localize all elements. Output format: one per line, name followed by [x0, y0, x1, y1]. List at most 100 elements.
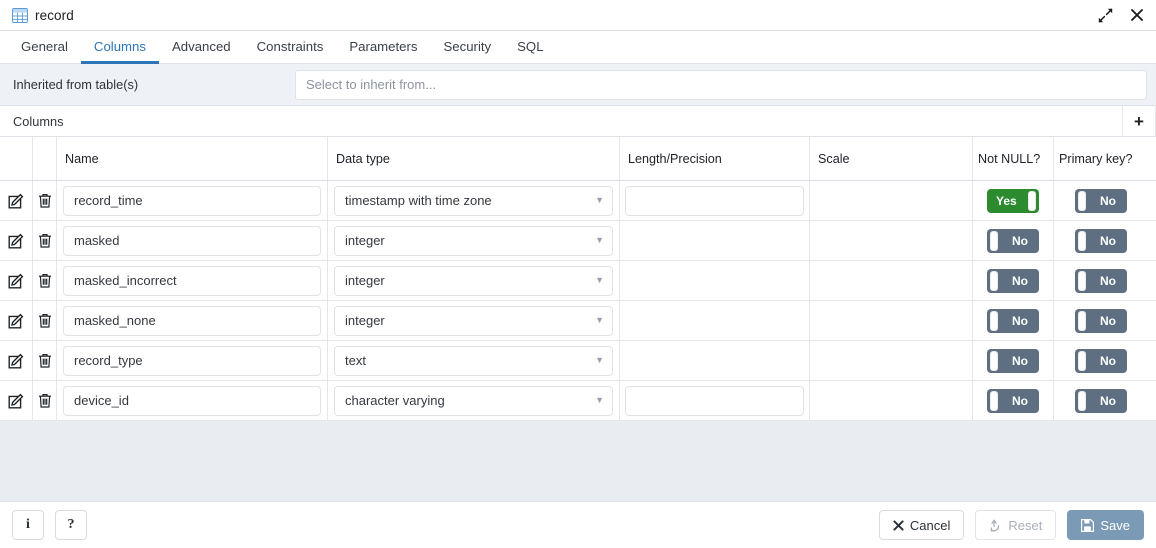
footer-right-actions: Cancel Reset Save: [878, 510, 1144, 540]
not-null-toggle[interactable]: No: [987, 348, 1039, 373]
column-name-input[interactable]: device_id: [63, 385, 321, 416]
trash-icon[interactable]: [33, 341, 57, 380]
trash-icon[interactable]: [33, 261, 57, 300]
not-null-toggle-label: No: [1012, 353, 1028, 368]
column-length-input[interactable]: [625, 385, 804, 416]
column-type-select[interactable]: integer ▼: [334, 305, 613, 336]
primary-key-toggle[interactable]: No: [1075, 348, 1127, 373]
primary-key-toggle-label: No: [1100, 353, 1116, 368]
column-name-cell: device_id: [57, 381, 328, 420]
tab-general[interactable]: General: [8, 31, 81, 64]
column-primary-key-cell: No: [1054, 181, 1148, 220]
header-length-precision: Length/Precision: [620, 137, 810, 180]
trash-icon[interactable]: [33, 301, 57, 340]
primary-key-toggle-label: No: [1100, 193, 1116, 208]
column-scale-cell: [810, 181, 973, 220]
columns-panel-title: Columns: [0, 106, 1123, 136]
column-primary-key-cell: No: [1054, 381, 1148, 420]
column-name-input[interactable]: masked: [63, 225, 321, 256]
reset-button[interactable]: Reset: [975, 510, 1057, 540]
not-null-toggle[interactable]: No: [987, 308, 1039, 333]
column-type-select[interactable]: integer ▼: [334, 225, 613, 256]
table-icon: [12, 7, 28, 23]
toggle-knob: [1078, 310, 1086, 331]
tab-advanced[interactable]: Advanced: [159, 31, 244, 64]
column-type-cell: integer ▼: [328, 261, 620, 300]
column-type-select[interactable]: character varying ▼: [334, 385, 613, 416]
primary-key-toggle[interactable]: No: [1075, 188, 1127, 213]
column-type-select[interactable]: integer ▼: [334, 265, 613, 296]
primary-key-toggle[interactable]: No: [1075, 388, 1127, 413]
columns-panel-header: Columns +: [0, 106, 1156, 137]
primary-key-toggle-label: No: [1100, 273, 1116, 288]
not-null-toggle[interactable]: No: [987, 268, 1039, 293]
primary-key-toggle[interactable]: No: [1075, 308, 1127, 333]
trash-icon[interactable]: [33, 181, 57, 220]
table-row: record_type text ▼ No No: [0, 341, 1156, 381]
column-type-value: character varying: [345, 393, 445, 408]
inherited-from-select[interactable]: Select to inherit from...: [295, 69, 1147, 100]
primary-key-toggle-label: No: [1100, 313, 1116, 328]
column-primary-key-cell: No: [1054, 221, 1148, 260]
dialog-title: record: [35, 7, 74, 23]
trash-icon[interactable]: [33, 221, 57, 260]
chevron-down-icon: ▼: [595, 315, 604, 325]
close-x-icon[interactable]: [1128, 6, 1146, 24]
column-length-cell: [620, 261, 810, 300]
save-button-label: Save: [1100, 517, 1130, 533]
column-name-cell: record_time: [57, 181, 328, 220]
toggle-knob: [990, 310, 998, 331]
column-name-cell: masked: [57, 221, 328, 260]
column-name-input[interactable]: masked_incorrect: [63, 265, 321, 296]
primary-key-toggle[interactable]: No: [1075, 228, 1127, 253]
dialog-titlebar: record: [0, 0, 1156, 31]
edit-pencil-icon[interactable]: [0, 381, 33, 420]
tab-columns[interactable]: Columns: [80, 31, 159, 64]
header-scale: Scale: [810, 137, 973, 180]
edit-pencil-icon[interactable]: [0, 301, 33, 340]
not-null-toggle-label: No: [1012, 393, 1028, 408]
expand-arrows-icon[interactable]: [1096, 6, 1114, 24]
primary-key-toggle[interactable]: No: [1075, 268, 1127, 293]
edit-pencil-icon[interactable]: [0, 221, 33, 260]
edit-pencil-icon[interactable]: [0, 341, 33, 380]
column-type-value: timestamp with time zone: [345, 193, 492, 208]
column-length-cell: [620, 181, 810, 220]
columns-grid: Name Data type Length/Precision Scale No…: [0, 137, 1156, 421]
not-null-toggle[interactable]: No: [987, 228, 1039, 253]
trash-icon[interactable]: [33, 381, 57, 420]
inherited-from-row: Inherited from table(s) Select to inheri…: [0, 64, 1156, 106]
column-primary-key-cell: No: [1054, 261, 1148, 300]
titlebar-actions: [1096, 6, 1146, 24]
primary-key-toggle-label: No: [1100, 393, 1116, 408]
save-button[interactable]: Save: [1067, 510, 1144, 540]
add-column-button[interactable]: +: [1123, 106, 1156, 136]
header-edit: [0, 137, 33, 180]
column-length-cell: [620, 381, 810, 420]
column-name-input[interactable]: masked_none: [63, 305, 321, 336]
column-type-cell: text ▼: [328, 341, 620, 380]
help-button[interactable]: ?: [55, 510, 87, 540]
footer-left-actions: i ?: [12, 510, 87, 540]
edit-pencil-icon[interactable]: [0, 181, 33, 220]
column-name-input[interactable]: record_time: [63, 185, 321, 216]
column-type-select[interactable]: text ▼: [334, 345, 613, 376]
cancel-button[interactable]: Cancel: [878, 510, 965, 540]
column-not-null-cell: No: [973, 341, 1054, 380]
tab-parameters[interactable]: Parameters: [336, 31, 430, 64]
column-primary-key-cell: No: [1054, 341, 1148, 380]
tab-sql[interactable]: SQL: [504, 31, 556, 64]
column-scale-cell: [810, 261, 973, 300]
column-length-input[interactable]: [625, 185, 804, 216]
column-name-cell: record_type: [57, 341, 328, 380]
edit-pencil-icon[interactable]: [0, 261, 33, 300]
info-button[interactable]: i: [12, 510, 44, 540]
column-name-input[interactable]: record_type: [63, 345, 321, 376]
not-null-toggle[interactable]: No: [987, 388, 1039, 413]
tab-constraints[interactable]: Constraints: [244, 31, 337, 64]
tab-security[interactable]: Security: [431, 31, 505, 64]
not-null-toggle[interactable]: Yes: [987, 188, 1039, 213]
column-type-select[interactable]: timestamp with time zone ▼: [334, 185, 613, 216]
table-row: record_time timestamp with time zone ▼ Y…: [0, 181, 1156, 221]
column-type-value: integer: [345, 313, 385, 328]
